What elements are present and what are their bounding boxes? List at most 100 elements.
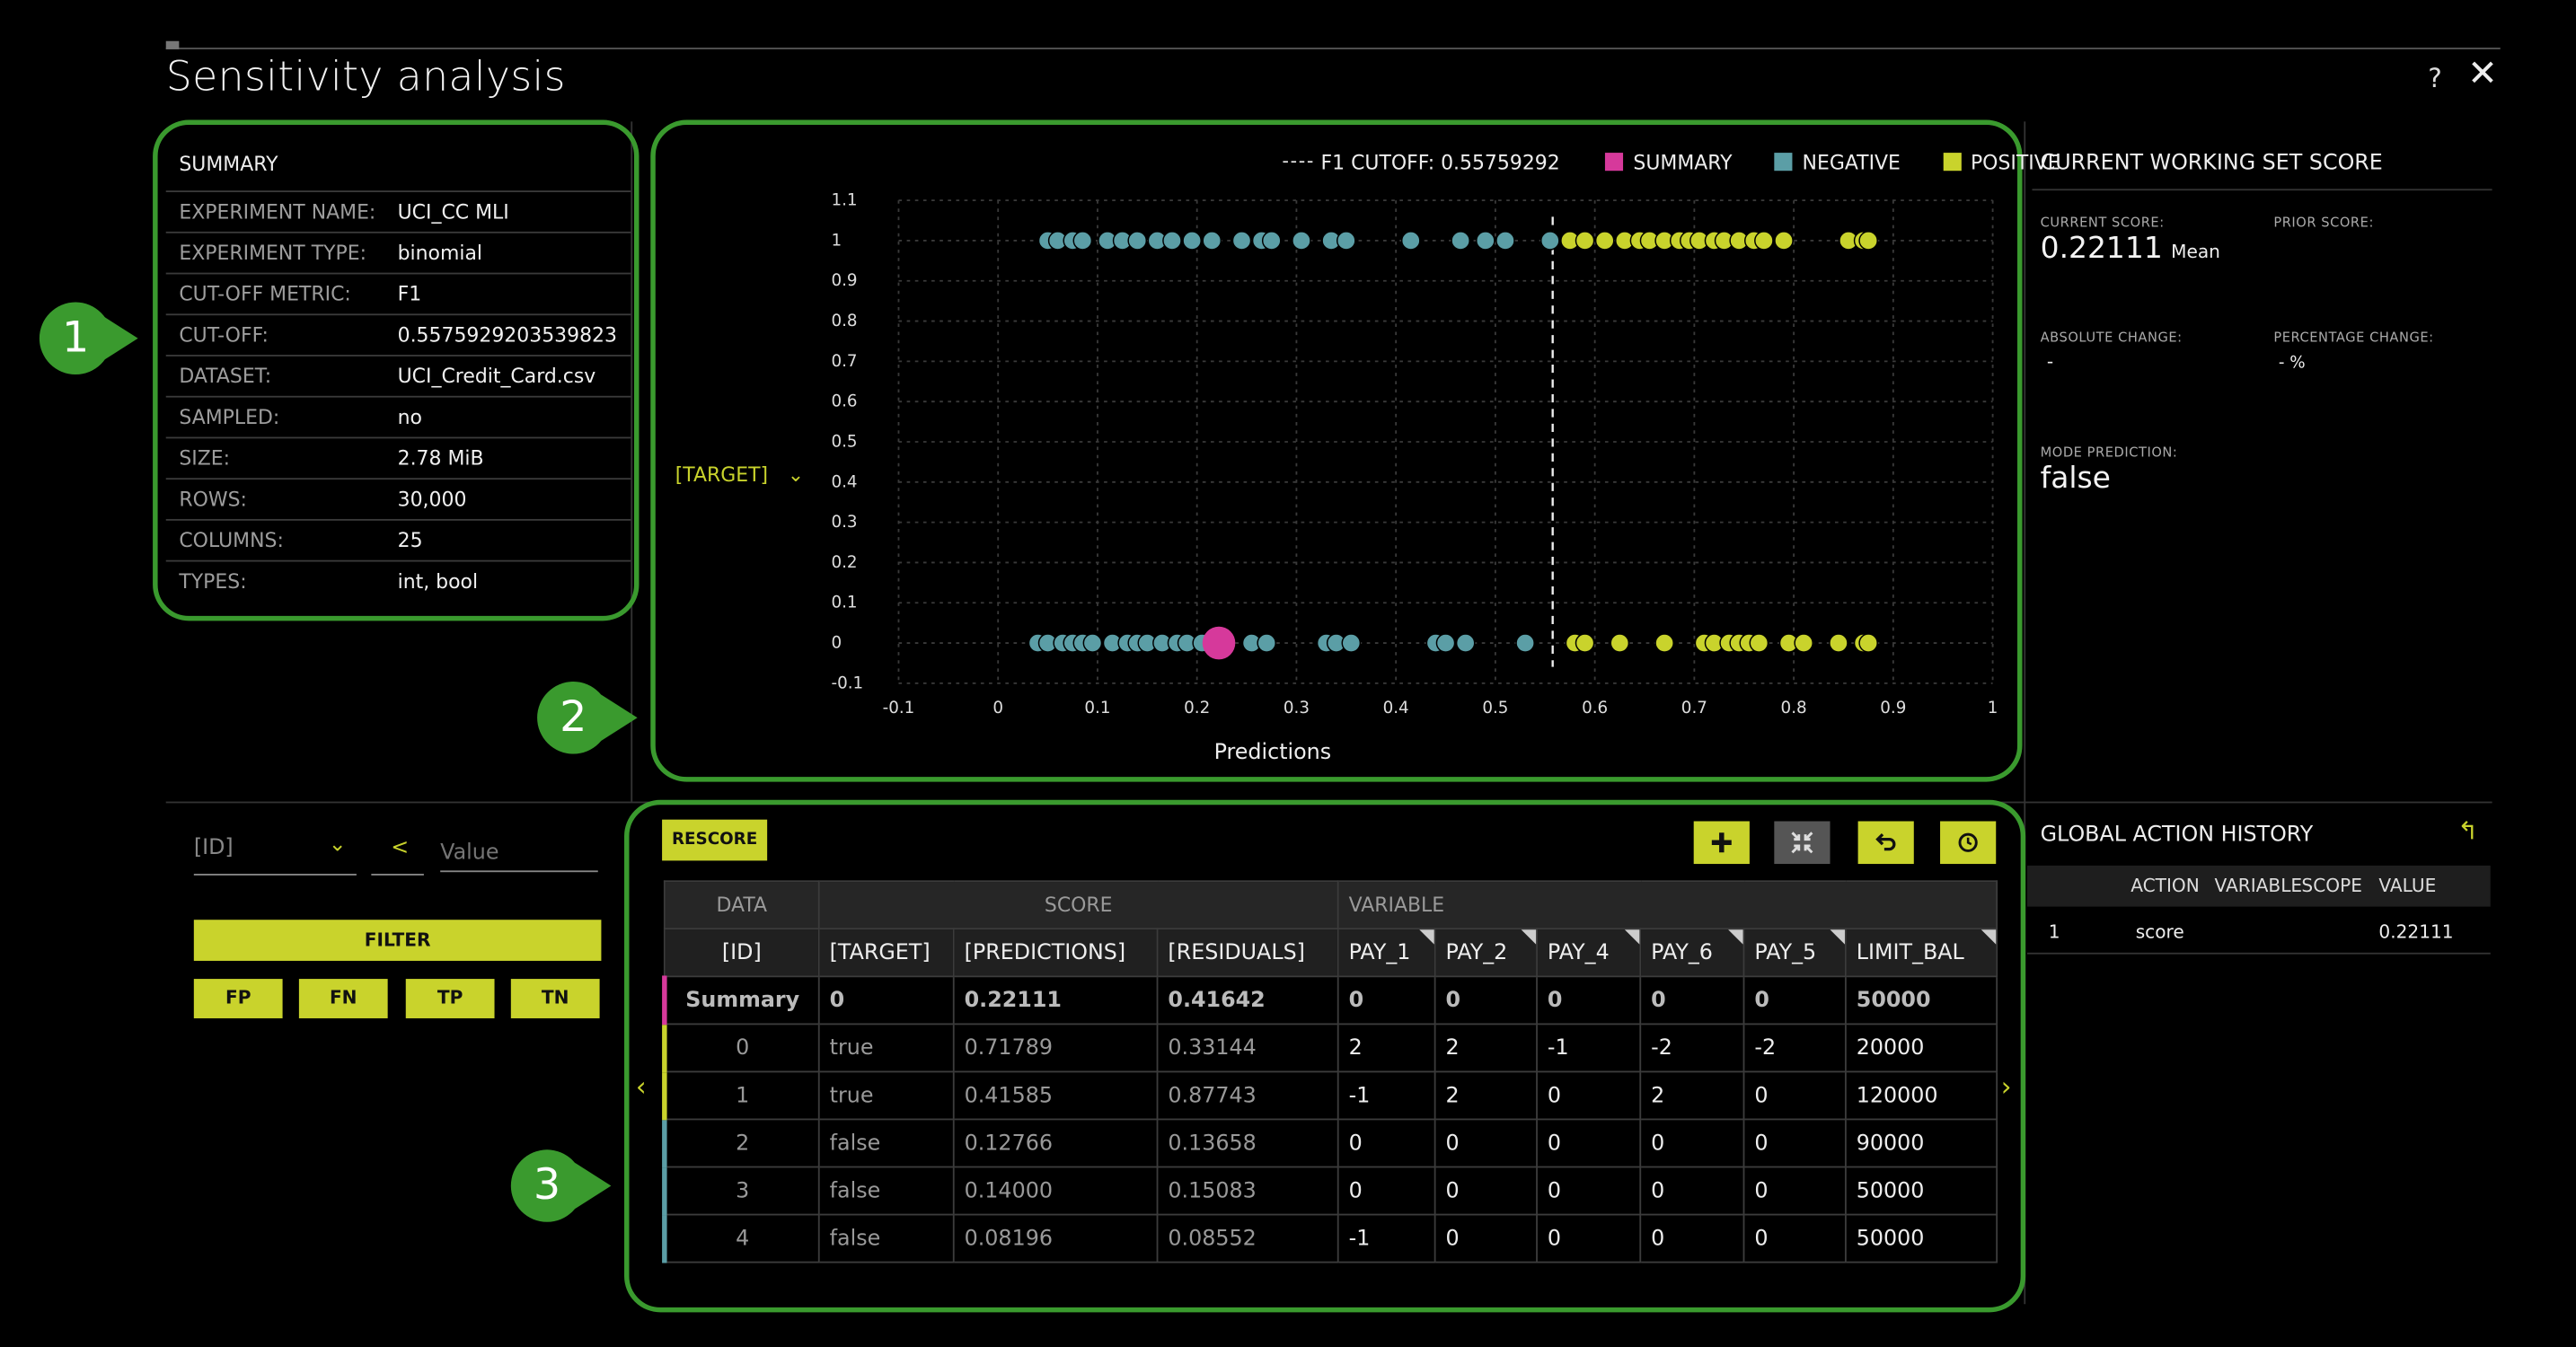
column-header[interactable]: [TARGET] — [817, 928, 955, 978]
negative-point — [1202, 231, 1222, 251]
compress-icon[interactable] — [1774, 821, 1831, 865]
table-cell[interactable]: 0 — [1639, 975, 1745, 1026]
tn-filter-button[interactable]: TN — [510, 979, 600, 1018]
table-cell[interactable]: 0 — [1536, 1118, 1642, 1168]
table-cell[interactable]: 0 — [1742, 1070, 1847, 1121]
current-score-unit: Mean — [2171, 241, 2220, 263]
table-cell[interactable]: -1 — [1337, 1213, 1436, 1263]
percentage-change-value: - % — [2278, 355, 2306, 374]
table-cell[interactable]: 2 — [1434, 1070, 1538, 1121]
table-row[interactable]: 1 true 0.41585 0.87743 -1 2 0 2 0 120000 — [662, 1070, 1998, 1121]
target-axis-select[interactable]: [TARGET] ⌄ — [675, 463, 804, 487]
x-tick-label: 0.8 — [1781, 699, 1807, 718]
target-axis-select-value: [TARGET] — [675, 462, 769, 487]
table-cell[interactable]: 0 — [1742, 975, 1847, 1026]
column-header-label: [PREDICTIONS] — [964, 940, 1126, 965]
column-header[interactable]: PAY_4 — [1536, 928, 1642, 978]
undo-icon[interactable] — [1857, 821, 1914, 865]
table-cell: Summary — [662, 975, 820, 1026]
table-cell[interactable]: 2 — [1639, 1070, 1745, 1121]
tp-filter-button[interactable]: TP — [405, 979, 495, 1018]
chevron-down-icon: ⌄ — [328, 832, 347, 858]
current-score: 0.22111 Mean — [2041, 232, 2220, 266]
table-cell[interactable]: 0 — [1742, 1213, 1847, 1263]
history-header-scope: SCOPE — [2301, 875, 2362, 897]
table-row[interactable]: 4 false 0.08196 0.08552 -1 0 0 0 0 50000 — [662, 1213, 1998, 1263]
negative-point — [1515, 633, 1535, 653]
column-header[interactable]: PAY_2 — [1434, 928, 1538, 978]
table-cell[interactable]: -2 — [1639, 1023, 1745, 1073]
negative-point — [1261, 231, 1282, 251]
y-tick-label: 0.7 — [831, 352, 857, 371]
table-cell[interactable]: 0 — [1536, 1070, 1642, 1121]
table-cell[interactable]: 120000 — [1844, 1070, 1998, 1121]
fn-filter-button[interactable]: FN — [298, 979, 388, 1018]
table-cell[interactable]: -2 — [1742, 1023, 1847, 1073]
table-summary-row[interactable]: Summary 0 0.22111 0.41642 0 0 0 0 0 50000 — [662, 975, 1998, 1026]
table-cell[interactable]: 2 — [1434, 1023, 1538, 1073]
table-row[interactable]: 3 false 0.14000 0.15083 0 0 0 0 0 50000 — [662, 1166, 1998, 1216]
table-row[interactable]: 2 false 0.12766 0.13658 0 0 0 0 0 90000 — [662, 1118, 1998, 1168]
filter-button[interactable]: FILTER — [193, 920, 602, 961]
chart-legend: F1 CUTOFF: 0.55759292 SUMMARY NEGATIVE P… — [1283, 151, 2060, 174]
y-tick-label: 0.3 — [831, 513, 857, 532]
table-cell[interactable]: -1 — [1536, 1023, 1642, 1073]
cutoff-legend-label: F1 CUTOFF: 0.55759292 — [1320, 151, 1560, 174]
table-cell[interactable]: 0 — [1337, 975, 1436, 1026]
table-cell[interactable]: 0 — [1434, 1118, 1538, 1168]
y-tick-label: 0.1 — [831, 594, 857, 612]
table-cell[interactable]: 0 — [1536, 1213, 1642, 1263]
negative-point — [1336, 231, 1356, 251]
column-header[interactable]: PAY_6 — [1639, 928, 1745, 978]
reset-history-icon[interactable] — [1940, 821, 1997, 865]
absolute-change-label: ABSOLUTE CHANGE: — [2040, 330, 2183, 346]
table-group-header: DATA SCORE VARIABLE — [663, 880, 1998, 930]
table-cell[interactable]: 50000 — [1844, 975, 1998, 1026]
table-cell: 0.12766 — [952, 1118, 1159, 1168]
table-cell[interactable]: 20000 — [1844, 1023, 1998, 1073]
filter-column-select[interactable]: [ID] ⌄ — [194, 832, 357, 876]
column-header[interactable]: [RESIDUALS] — [1156, 928, 1339, 978]
table-cell[interactable]: -1 — [1337, 1070, 1436, 1121]
table-cell[interactable]: 2 — [1337, 1023, 1436, 1073]
table-cell[interactable]: 90000 — [1844, 1118, 1998, 1168]
undo-history-icon[interactable]: ↰ — [2457, 816, 2478, 846]
table-cell[interactable]: 0 — [1434, 975, 1538, 1026]
table-cell[interactable]: 0 — [1639, 1118, 1745, 1168]
column-header[interactable]: PAY_1 — [1337, 928, 1436, 978]
table-cell[interactable]: 0 — [1742, 1166, 1847, 1216]
table-prev-arrow[interactable]: ‹ — [636, 1071, 647, 1103]
filter-operator-select[interactable]: < — [391, 836, 409, 860]
table-cell[interactable]: 0 — [1742, 1118, 1847, 1168]
y-tick-label: 0.5 — [831, 432, 857, 451]
table-cell[interactable]: 0 — [1434, 1166, 1538, 1216]
column-header-label: [ID] — [721, 940, 762, 965]
negative-point — [1451, 231, 1470, 251]
table-cell[interactable]: 0 — [1639, 1213, 1745, 1263]
legend-swatch-summary — [1605, 153, 1624, 172]
history-header-value: VALUE — [2378, 875, 2437, 897]
filter-value-input[interactable] — [440, 834, 598, 873]
column-header[interactable]: PAY_5 — [1742, 928, 1847, 978]
x-tick-label: -0.1 — [883, 699, 915, 718]
table-cell[interactable]: 0 — [1536, 975, 1642, 1026]
y-tick-label: 0.6 — [831, 392, 857, 411]
table-row[interactable]: 0 true 0.71789 0.33144 2 2 -1 -2 -2 20000 — [662, 1023, 1998, 1073]
column-header[interactable]: LIMIT_BAL — [1844, 928, 1998, 978]
table-cell[interactable]: 0 — [1337, 1166, 1436, 1216]
table-cell[interactable]: 0 — [1536, 1166, 1642, 1216]
table-cell[interactable]: 50000 — [1844, 1166, 1998, 1216]
table-cell[interactable]: 0 — [1337, 1118, 1436, 1168]
help-icon[interactable]: ? — [2428, 63, 2442, 94]
table-cell[interactable]: 50000 — [1844, 1213, 1998, 1263]
plus-icon[interactable] — [1693, 821, 1750, 865]
table-cell[interactable]: 0 — [1639, 1166, 1745, 1216]
rescore-button[interactable]: RESCORE — [662, 819, 768, 861]
fp-filter-button[interactable]: FP — [193, 979, 283, 1018]
column-header[interactable]: [ID] — [663, 928, 820, 978]
close-icon[interactable]: ✕ — [2467, 54, 2498, 95]
column-header[interactable]: [PREDICTIONS] — [952, 928, 1159, 978]
history-row[interactable]: 1 score 0.22111 — [2026, 908, 2491, 955]
table-cell[interactable]: 0 — [1434, 1213, 1538, 1263]
table-next-arrow[interactable]: › — [2001, 1071, 2012, 1103]
